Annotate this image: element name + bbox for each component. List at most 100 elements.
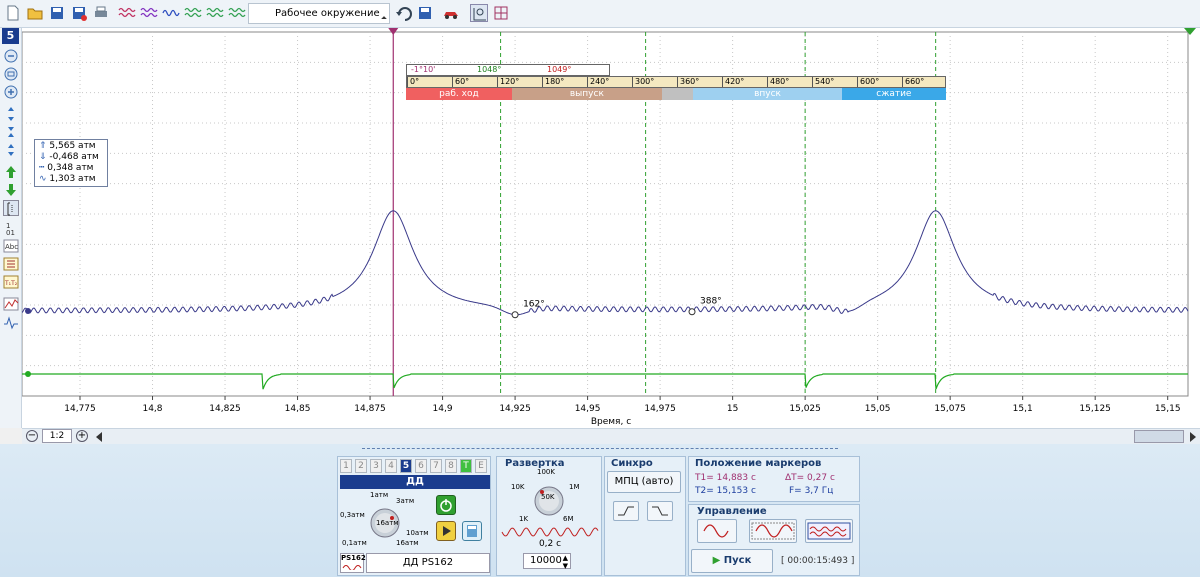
sync-panel: Синхро МПЦ (авто)	[604, 456, 686, 576]
zoom-in-icon[interactable]	[3, 48, 19, 64]
ruler-tick: 660°	[902, 77, 924, 87]
undo-icon[interactable]	[395, 4, 413, 22]
svg-text:Abc: Abc	[5, 243, 18, 251]
channel-name: ДД	[340, 475, 490, 489]
spinner-icon: ▲ ▼	[562, 554, 568, 570]
points-value: 10000	[530, 555, 562, 566]
text-icon[interactable]: Abc	[3, 238, 19, 254]
zoom-minus-button[interactable]: −	[26, 430, 38, 442]
start-icon: ▶	[712, 555, 721, 566]
x-tick-label: 14,975	[644, 404, 676, 414]
crosshair-icon[interactable]	[492, 4, 510, 22]
x-tick-label: 15,075	[934, 404, 966, 414]
rising-edge-button[interactable]	[613, 501, 639, 521]
environment-select[interactable]: Рабочее окружение	[248, 3, 390, 24]
cursor-angle-label: -1°10'	[411, 65, 436, 74]
main-toolbar: Рабочее окружение	[0, 0, 1200, 28]
channel-panel: 12345678TE ДД 1атм 3атм 0,3атм 16атм 10а…	[337, 456, 491, 576]
channel-tab-8[interactable]: 8	[445, 459, 457, 473]
channel-tab-3[interactable]: 3	[370, 459, 382, 473]
signal-icon[interactable]	[3, 314, 19, 330]
x-tick-label: 14,85	[285, 404, 311, 414]
start-button[interactable]: ▶ Пуск	[691, 549, 773, 573]
arrow-up-icon[interactable]	[3, 164, 19, 180]
marker-t1: T1= 14,883 с	[695, 473, 756, 483]
x-tick-label: 14,775	[64, 404, 96, 414]
control-area: 12345678TE ДД 1атм 3атм 0,3атм 16атм 10а…	[0, 444, 1200, 577]
channel-tabs: 12345678TE	[340, 457, 490, 473]
x-tick-label: 15,025	[789, 404, 821, 414]
channel-tab-4[interactable]: 4	[385, 459, 397, 473]
waveform-3-icon[interactable]	[162, 4, 180, 22]
sensor-select[interactable]: ДД PS162	[366, 553, 490, 573]
channel-tab-E[interactable]: E	[475, 459, 487, 473]
table-icon[interactable]	[3, 256, 19, 272]
svg-text:T₁T₂: T₁T₂	[4, 280, 18, 287]
save-env-icon[interactable]	[416, 4, 434, 22]
channel-tab-7[interactable]: 7	[430, 459, 442, 473]
plot-traces	[22, 210, 1189, 390]
waveform-icon[interactable]	[118, 4, 136, 22]
new-file-icon[interactable]	[4, 4, 22, 22]
ruler-tick: 0°	[407, 77, 419, 87]
phase-segment: выпуск	[511, 88, 662, 100]
max-icon: ⇑	[39, 141, 47, 151]
channel-tab-T[interactable]: T	[460, 459, 472, 473]
calculator-icon[interactable]	[462, 521, 482, 541]
waveform-2-icon[interactable]	[140, 4, 158, 22]
point-labels: 162° 388°	[511, 297, 722, 319]
expand-icon[interactable]	[3, 106, 19, 122]
channel-tab-1[interactable]: 1	[340, 459, 352, 473]
record-mode-button[interactable]	[805, 519, 853, 543]
marker-icon[interactable]: T₁T₂	[3, 274, 19, 290]
points-input[interactable]: 10000 ▲ ▼	[523, 553, 571, 570]
chart-icon[interactable]	[3, 296, 19, 312]
svg-text:01: 01	[6, 229, 15, 236]
channel-tab-2[interactable]: 2	[355, 459, 367, 473]
waveform-5-icon[interactable]	[206, 4, 224, 22]
play-icon[interactable]	[436, 521, 456, 541]
continuous-mode-button[interactable]	[749, 519, 797, 543]
scroll-right-icon[interactable]	[1190, 432, 1196, 442]
sync-mode-label: МПЦ (авто)	[614, 476, 674, 487]
save-as-icon[interactable]	[70, 4, 88, 22]
knob-label-1m: 1M	[569, 483, 580, 491]
counter-icon[interactable]: 1 01	[3, 220, 19, 237]
scroll-thumb[interactable]	[1134, 430, 1184, 443]
arrow-down-icon[interactable]	[3, 182, 19, 198]
point-label: 388°	[700, 297, 722, 307]
falling-edge-button[interactable]	[647, 501, 673, 521]
x-tick-label: 15	[727, 404, 738, 414]
waveform-4-icon[interactable]	[184, 4, 202, 22]
single-mode-button[interactable]	[697, 519, 737, 543]
knob-label-10k: 10K	[511, 483, 525, 491]
shrink-icon[interactable]	[3, 142, 19, 158]
sweep-wave-icon	[501, 527, 599, 537]
zoom-fit-icon[interactable]	[3, 66, 19, 82]
waveform-6-icon[interactable]	[228, 4, 246, 22]
phase-segment: сжатие	[841, 88, 946, 100]
channel-tab-6[interactable]: 6	[415, 459, 427, 473]
scroll-left-icon[interactable]	[96, 432, 102, 442]
car-icon[interactable]	[442, 4, 460, 22]
cursor-icon[interactable]	[3, 200, 19, 216]
save-icon[interactable]	[48, 4, 66, 22]
open-folder-icon[interactable]	[26, 4, 44, 22]
time-scrollbar[interactable]: − 1:2 +	[22, 428, 1200, 444]
splitter[interactable]	[362, 448, 838, 452]
zoom-plus-button[interactable]: +	[76, 430, 88, 442]
sweep-time: 0,2 с	[538, 539, 562, 549]
x-tick-label: 14,825	[209, 404, 241, 414]
oscilloscope-plot[interactable]: 14,775 14,8 14,825 14,85 14,875 14,9 14,925 14,…	[22, 28, 1200, 428]
channel-number-badge[interactable]: 5	[2, 28, 19, 44]
ruler-tick: 60°	[452, 77, 469, 87]
zoom-out-icon[interactable]	[3, 84, 19, 100]
compress-icon[interactable]	[3, 124, 19, 140]
ruler-tick: 120°	[497, 77, 519, 87]
channel-tab-5[interactable]: 5	[400, 459, 412, 473]
grid-icon[interactable]	[470, 4, 488, 22]
power-button[interactable]	[436, 495, 456, 515]
print-icon[interactable]	[92, 4, 110, 22]
sync-mode-select[interactable]: МПЦ (авто)	[607, 471, 681, 493]
phase-segment: впуск	[693, 88, 842, 100]
